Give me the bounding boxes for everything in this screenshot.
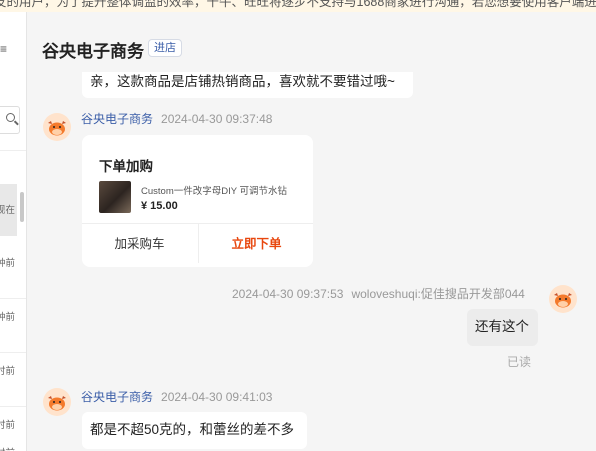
order-card: 下单加购 Custom一件改字母DIY 可调节水钻 ¥ 15.00 加采购车 立… xyxy=(82,135,313,267)
message-meta: 谷央电子商务 2024-04-30 09:41:03 xyxy=(81,388,272,405)
conversation-time: 现在 xyxy=(0,205,16,216)
message-text: 还有这个 xyxy=(475,319,529,334)
cow-mascot-icon xyxy=(549,285,577,313)
search-icon[interactable] xyxy=(6,113,15,122)
chat-header: 谷央电子商务 进店 xyxy=(28,12,596,72)
conversation-time: 时前 xyxy=(0,445,15,451)
shop-title: 谷央电子商务 xyxy=(42,42,144,61)
read-status: 已读 xyxy=(507,355,532,369)
conversation-time: 时前 xyxy=(0,366,16,377)
avatar[interactable] xyxy=(43,388,71,416)
cow-mascot-icon xyxy=(43,388,71,416)
sender-name[interactable]: 谷央电子商务 xyxy=(81,390,153,404)
conversation-time: 时前 xyxy=(0,420,16,431)
notice-banner: 友的用户，为了提升整体调监的效率，千牛、旺旺将逐步不支持与1688商家进行沟通，… xyxy=(0,0,596,12)
product-price: ¥ 15.00 xyxy=(141,200,178,212)
scrollbar[interactable] xyxy=(20,192,24,222)
cow-mascot-icon xyxy=(43,113,71,141)
conversation-time: 钟前 xyxy=(0,258,16,269)
enter-shop-button[interactable]: 进店 xyxy=(148,39,182,57)
sender-name: woloveshuqi:促佳搜品开发部044 xyxy=(351,287,525,301)
sender-name[interactable]: 谷央电子商务 xyxy=(81,112,153,126)
notice-text: 友的用户，为了提升整体调监的效率，千牛、旺旺将逐步不支持与1688商家进行沟通，… xyxy=(0,0,596,9)
message-time: 2024-04-30 09:37:48 xyxy=(161,112,273,126)
product-thumbnail[interactable] xyxy=(99,181,131,213)
conversation-item[interactable] xyxy=(0,299,17,351)
card-title: 下单加购 xyxy=(99,159,153,174)
message-text: 都是不超50克的，和蕾丝的差不多 xyxy=(90,422,295,437)
message-text: 亲，这款商品是店铺热销商品，喜欢就不要错过哦~ xyxy=(90,74,395,89)
message-bubble: 还有这个 xyxy=(467,309,538,346)
add-to-cart-button[interactable]: 加采购车 xyxy=(82,224,197,264)
chat-window: 友的用户，为了提升整体调监的效率，千牛、旺旺将逐步不支持与1688商家进行沟通，… xyxy=(0,0,596,451)
conversation-sidebar: ≡ 现在 钟前 钟前 时前 时前 时前 xyxy=(0,12,27,451)
message-meta: 谷央电子商务 2024-04-30 09:37:48 xyxy=(81,110,272,127)
conversation-item[interactable] xyxy=(0,353,17,405)
message-meta: 2024-04-30 09:37:53 woloveshuqi:促佳搜品开发部04… xyxy=(232,285,525,302)
message-list: 亲，这款商品是店铺热销商品，喜欢就不要错过哦~ 谷央电子商务 2024-04-30… xyxy=(28,72,596,451)
message-bubble: 都是不超50克的，和蕾丝的差不多 xyxy=(82,412,307,449)
conversation-item[interactable] xyxy=(0,244,17,296)
product-name[interactable]: Custom一件改字母DIY 可调节水钻 xyxy=(141,183,301,197)
order-now-button[interactable]: 立即下单 xyxy=(199,224,313,264)
menu-icon[interactable]: ≡ xyxy=(0,42,7,56)
conversation-time: 钟前 xyxy=(0,312,16,323)
message-time: 2024-04-30 09:41:03 xyxy=(161,390,273,404)
avatar[interactable] xyxy=(549,285,577,313)
search-input[interactable] xyxy=(0,106,20,134)
divider xyxy=(0,150,26,151)
avatar[interactable] xyxy=(43,113,71,141)
message-time: 2024-04-30 09:37:53 xyxy=(232,287,344,301)
message-bubble: 亲，这款商品是店铺热销商品，喜欢就不要错过哦~ xyxy=(82,72,413,98)
